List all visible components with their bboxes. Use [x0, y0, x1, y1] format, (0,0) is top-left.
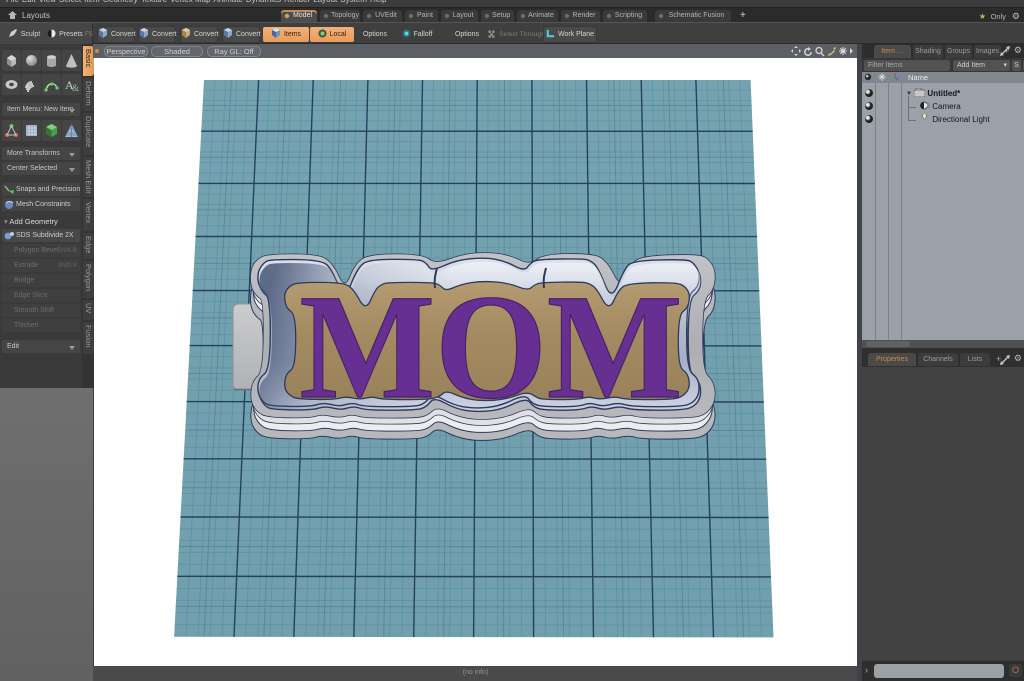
- svg-text:MOM: MOM: [300, 264, 683, 430]
- svg-text:&: &: [72, 83, 79, 93]
